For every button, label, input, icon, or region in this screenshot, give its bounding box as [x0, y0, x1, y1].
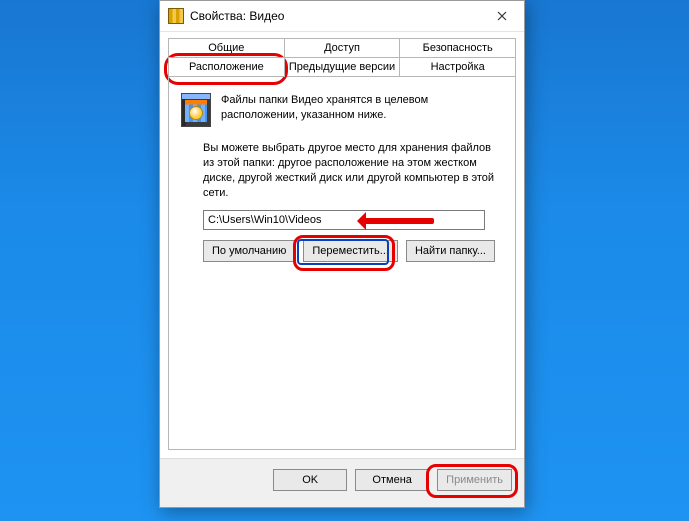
tab-access[interactable]: Доступ	[285, 38, 401, 57]
tab-security[interactable]: Безопасность	[400, 38, 516, 57]
desktop-background: Свойства: Видео Общие Доступ Безопасност…	[0, 0, 689, 521]
path-value: C:\Users\Win10\Videos	[208, 214, 322, 226]
tab-location[interactable]: Расположение	[168, 57, 285, 77]
video-icon	[181, 93, 211, 127]
tab-row-top: Общие Доступ Безопасность	[168, 38, 516, 57]
restore-default-button[interactable]: По умолчанию	[203, 240, 295, 262]
cancel-button[interactable]: Отмена	[355, 469, 429, 491]
move-button[interactable]: Переместить...	[303, 240, 398, 262]
properties-dialog: Свойства: Видео Общие Доступ Безопасност…	[159, 0, 525, 508]
tab-panel-location: Файлы папки Видео хранятся в целевом рас…	[168, 77, 516, 450]
intro-text: Файлы папки Видео хранятся в целевом рас…	[221, 93, 503, 123]
video-folder-icon	[168, 8, 184, 24]
tab-row-bottom: Расположение Предыдущие версии Настройка	[168, 57, 516, 77]
apply-button[interactable]: Применить	[437, 469, 512, 491]
button-row: По умолчанию Переместить... Найти папку.…	[203, 240, 503, 262]
close-icon	[497, 11, 507, 21]
find-folder-button[interactable]: Найти папку...	[406, 240, 495, 262]
window-title: Свойства: Видео	[190, 9, 480, 23]
dialog-footer: OK Отмена Применить	[160, 458, 524, 507]
info-row: Файлы папки Видео хранятся в целевом рас…	[181, 93, 503, 127]
path-input[interactable]: C:\Users\Win10\Videos	[203, 210, 485, 230]
close-button[interactable]	[480, 1, 524, 31]
description-text: Вы можете выбрать другое место для хране…	[203, 141, 503, 200]
tab-general[interactable]: Общие	[168, 38, 285, 57]
ok-button[interactable]: OK	[273, 469, 347, 491]
tab-previous-versions[interactable]: Предыдущие версии	[285, 57, 401, 77]
arrow-annotation	[362, 218, 434, 224]
tab-customize[interactable]: Настройка	[400, 57, 516, 77]
titlebar: Свойства: Видео	[160, 1, 524, 32]
tabs-container: Общие Доступ Безопасность Расположение П…	[160, 32, 524, 77]
